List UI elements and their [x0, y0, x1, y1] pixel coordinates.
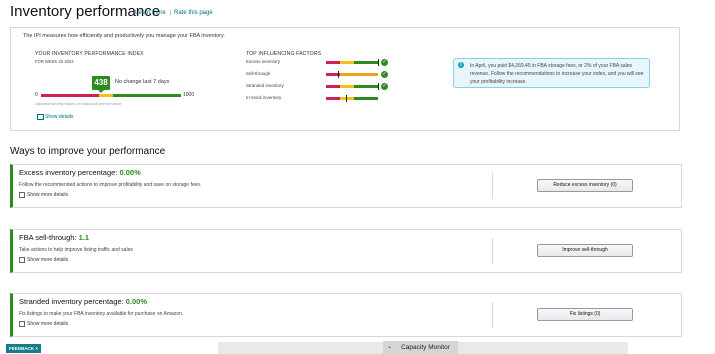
show-details-label: Show details	[45, 114, 74, 120]
factor-marker	[346, 95, 347, 102]
scale-max: 1000	[183, 92, 195, 98]
ipi-week-label: FOR WEEK 22 2023	[35, 59, 74, 64]
show-more-label: Show more details	[27, 257, 69, 263]
card-title: FBA sell-through: 1.1	[19, 233, 89, 242]
close-icon: ×	[35, 346, 38, 351]
ipi-score-badge: 438	[92, 76, 110, 90]
card-title-label: FBA sell-through:	[19, 233, 77, 242]
card-desc: Fix listings to make your FBA inventory …	[19, 311, 184, 317]
check-icon: ✓	[381, 83, 388, 90]
factor-marker	[338, 71, 339, 78]
card-desc: Take actions to help improve listing tra…	[19, 247, 133, 253]
card-divider	[492, 238, 493, 264]
show-details-toggle[interactable]: Show details	[37, 114, 73, 120]
factors-label: TOP INFLUENCING FACTORS	[246, 51, 322, 57]
card-title: Excess inventory percentage: 0.00%	[19, 168, 141, 177]
section-title: Ways to improve your performance	[10, 146, 166, 157]
factor-label: Excess inventory	[246, 59, 281, 64]
card-title-label: Excess inventory percentage:	[19, 168, 118, 177]
card-sell-through: FBA sell-through: 1.1 Take actions to he…	[10, 229, 682, 273]
ipi-panel: The IPI measures how efficiently and pro…	[10, 27, 680, 131]
card-title-value: 1.1	[78, 233, 90, 242]
ipi-score-bar	[41, 94, 181, 97]
chevron-down-icon: ⌄	[387, 344, 393, 350]
card-title: Stranded inventory percentage: 0.00%	[19, 297, 147, 306]
info-icon: i	[458, 62, 464, 68]
details-icon	[37, 114, 44, 120]
card-excess-inventory: Excess inventory percentage: 0.00% Follo…	[10, 164, 682, 208]
ipi-index-label: YOUR INVENTORY PERFORMANCE INDEX	[35, 51, 144, 57]
fix-listings-button[interactable]: Fix listings (0)	[537, 308, 633, 321]
reduce-excess-button[interactable]: Reduce excess inventory (0)	[537, 179, 633, 192]
show-more-checkbox[interactable]	[19, 192, 25, 198]
header-separator: |	[170, 10, 172, 16]
score-change-text: No change last 7 days	[115, 79, 170, 85]
capacity-monitor-label: Capacity Monitor	[401, 344, 450, 351]
factor-bar-stranded	[326, 83, 379, 90]
show-more-label: Show more details	[27, 192, 69, 198]
check-icon: ✓	[381, 59, 388, 66]
factor-bar-instock	[326, 95, 378, 102]
score-bar-low	[41, 94, 99, 97]
factor-label: Sell-through	[246, 71, 271, 76]
factor-bar-sellthrough	[326, 71, 378, 78]
card-stranded-inventory: Stranded inventory percentage: 0.00% Fix…	[10, 293, 682, 337]
feedback-button[interactable]: FEEDBACK ×	[6, 344, 41, 353]
show-more-checkbox[interactable]	[19, 257, 25, 263]
check-icon: ✓	[381, 71, 388, 78]
show-more-toggle[interactable]: Show more details	[19, 321, 68, 327]
show-more-label: Show more details	[27, 321, 69, 327]
rate-page-link[interactable]: Rate this page	[174, 10, 213, 16]
card-divider	[492, 302, 493, 328]
factor-label: In-stock inventory	[246, 95, 282, 100]
card-divider	[492, 173, 493, 199]
factor-marker	[378, 83, 379, 90]
improve-sell-through-button[interactable]: Improve sell-through	[537, 244, 633, 257]
card-desc: Follow the recommended actions to improv…	[19, 182, 202, 188]
scale-min: 0	[35, 92, 38, 98]
alert-text: In April, you paid $4,269.45 in FBA stor…	[470, 63, 644, 85]
factor-marker	[378, 59, 379, 66]
score-bar-high	[113, 94, 181, 97]
factor-label: Stranded inventory	[246, 83, 284, 88]
capacity-monitor-tab[interactable]: ⌄ Capacity Monitor	[383, 341, 458, 354]
card-title-label: Stranded inventory percentage:	[19, 297, 124, 306]
ipi-intro: The IPI measures how efficiently and pro…	[23, 33, 225, 39]
score-pointer	[98, 90, 104, 93]
feedback-label: FEEDBACK	[9, 346, 35, 351]
card-title-value: 0.00%	[125, 297, 148, 306]
factor-bar-excess	[326, 59, 379, 66]
show-more-checkbox[interactable]	[19, 321, 25, 327]
score-bar-mid	[99, 94, 113, 97]
card-title-value: 0.00%	[119, 168, 141, 177]
show-more-toggle[interactable]: Show more details	[19, 192, 68, 198]
storage-fee-alert: i In April, you paid $4,269.45 in FBA st…	[453, 58, 650, 88]
show-more-toggle[interactable]: Show more details	[19, 257, 68, 263]
updated-note: Updated weekly based on historical perfo…	[35, 101, 122, 106]
learn-more-link[interactable]: Learn more	[135, 10, 166, 16]
